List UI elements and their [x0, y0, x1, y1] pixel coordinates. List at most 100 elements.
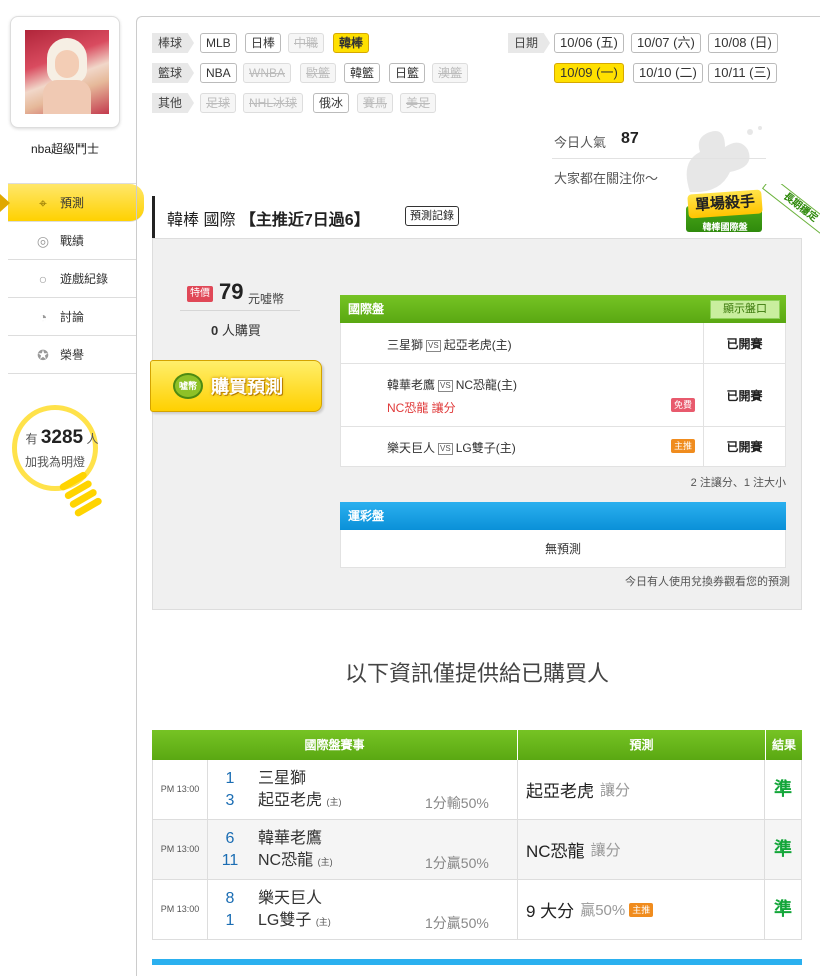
column-header-games: 國際盤賽事	[152, 730, 518, 760]
avatar[interactable]	[25, 30, 109, 114]
date-1006[interactable]: 10/06 (五)	[554, 33, 624, 53]
vs-icon: VS	[438, 380, 453, 392]
team-numbers: 13	[225, 770, 235, 809]
lottery-table: 運彩盤 無預測	[340, 502, 786, 568]
date-1010[interactable]: 10/10 (二)	[633, 63, 703, 83]
table-row: PM 13:00 81 樂天巨人 LG雙子 (主) 1分贏50% 9 大分 贏50…	[152, 880, 802, 940]
buy-prediction-label: 購買預測	[211, 377, 283, 397]
crosshair-icon: ⌖	[39, 194, 47, 211]
divider	[180, 310, 300, 311]
team-numbers: 6 11	[221, 830, 239, 869]
nav-item-label: 榮譽	[60, 348, 85, 362]
price-value: 79	[219, 279, 244, 304]
nav-item-game-log[interactable]: ○ 遊戲紀錄	[8, 260, 136, 298]
pick-count-note: 2 注讓分、1 注大小	[690, 477, 786, 489]
date-1007[interactable]: 10/07 (六)	[631, 33, 701, 53]
filter-group-basketball: 籃球	[152, 63, 195, 83]
filter-nba[interactable]: NBA	[200, 63, 237, 83]
result-mark: 準	[774, 839, 792, 859]
coupon-note: 今日有人使用兌換券觀看您的預測	[625, 576, 790, 588]
prediction-record-button[interactable]: 預測記錄	[405, 206, 459, 226]
nav-item-label: 討論	[60, 310, 85, 324]
result-table-header: 國際盤賽事 預測 結果	[152, 730, 802, 760]
free-badge: 免費	[671, 398, 696, 412]
popularity-value: 87	[621, 130, 639, 147]
long-term-stable-ribbon: 長期穩定	[760, 184, 820, 244]
chat-icon: ◔	[38, 308, 48, 325]
filter-group-other: 其他	[152, 93, 195, 113]
page-title: 韓棒 國際 【主推近7日過6】	[167, 212, 370, 229]
date-1009[interactable]: 10/09 (一)	[554, 63, 624, 83]
nav-item-honor[interactable]: ✪ 榮譽	[8, 336, 136, 374]
vs-icon: VS	[426, 340, 441, 352]
date-1011[interactable]: 10/11 (三)	[708, 63, 777, 83]
team-names: 三星獅 起亞老虎 (主)	[258, 770, 342, 809]
coin-icon: 噓幣	[173, 373, 203, 399]
filter-horse-racing: 賽馬	[357, 93, 394, 113]
filter-kr-basketball[interactable]: 韓籃	[344, 63, 381, 83]
follow-lamp-button[interactable]: 有 3285 人 加我為明燈	[12, 405, 103, 518]
nav-item-record[interactable]: ◎ 戰績	[8, 222, 136, 260]
team-names: 韓華老鷹 NC恐龍 (主)	[258, 830, 333, 869]
match-status: 已開賽	[703, 364, 785, 426]
column-header-prediction: 預測	[518, 730, 766, 760]
odds-text: 1分輸50%	[425, 795, 489, 811]
buy-prediction-button[interactable]: 噓幣 購買預測	[150, 360, 322, 412]
divider	[552, 158, 766, 159]
table-row: 樂天巨人 VS LG雙子(主) 主推 已開賽	[340, 427, 786, 467]
odds-text: 1分贏50%	[425, 915, 489, 931]
filter-soccer: 足球	[200, 93, 237, 113]
filter-au-basketball: 澳籃	[432, 63, 469, 83]
table-row: PM 13:00 13 三星獅 起亞老虎 (主) 1分輸50% 起亞老虎 讓分 準	[152, 760, 802, 820]
chart-icon: ◎	[36, 232, 50, 249]
nav-item-label: 預測	[60, 196, 85, 210]
date-group-label: 日期	[508, 33, 551, 53]
no-prediction-text: 無預測	[340, 530, 786, 568]
price-unit: 元噓幣	[248, 292, 285, 306]
filter-eu-basketball: 歐籃	[300, 63, 337, 83]
game-time: PM 13:00	[153, 880, 208, 939]
ring-icon: ○	[38, 270, 48, 287]
prediction-cell: 起亞老虎 讓分	[517, 760, 765, 819]
profile-card	[10, 16, 120, 128]
nav-item-predict[interactable]: ⌖ 預測	[0, 184, 144, 222]
popularity-label: 今日人氣	[554, 135, 607, 150]
result-table: 國際盤賽事 預測 結果 PM 13:00 13 三星獅 起亞老虎 (主) 1分輸…	[152, 730, 802, 940]
date-1008[interactable]: 10/08 (日)	[708, 33, 778, 53]
popularity-message: 大家都在關注你〜	[554, 171, 659, 186]
nav-item-discuss[interactable]: ◔ 討論	[8, 298, 136, 336]
filter-wnba: WNBA	[243, 63, 291, 83]
next-table-header	[152, 959, 802, 965]
filter-jp-baseball[interactable]: 日棒	[245, 33, 282, 53]
single-game-killer-badge: 單場殺手 韓棒國際盤	[686, 189, 766, 244]
buyers-only-heading: 以下資訊僅提供給已購買人	[344, 661, 609, 686]
team-names: 樂天巨人 LG雙子 (主)	[258, 890, 331, 929]
lottery-table-header: 運彩盤	[340, 502, 786, 530]
lamp-count: 有 3285 人	[25, 427, 99, 448]
table-row: PM 13:00 6 11 韓華老鷹 NC恐龍 (主) 1分贏50% NC恐龍 讓分…	[152, 820, 802, 880]
match-status: 已開賽	[703, 427, 785, 466]
column-header-result: 結果	[771, 738, 796, 752]
prediction-cell: 9 大分 贏50% 主推	[517, 880, 765, 939]
game-time: PM 13:00	[153, 820, 208, 879]
game-time: PM 13:00	[153, 760, 208, 819]
medal-icon: ✪	[37, 346, 49, 363]
filter-mlb[interactable]: MLB	[200, 33, 237, 53]
lamp-label: 加我為明燈	[24, 455, 85, 469]
show-odds-button[interactable]: 顯示盤口	[710, 300, 780, 319]
filter-nfl: 美足	[400, 93, 437, 113]
international-table-header: 國際盤 顯示盤口	[340, 295, 786, 323]
nav-item-label: 戰績	[60, 234, 85, 248]
match-status: 已開賽	[703, 323, 785, 363]
side-nav: ⌖ 預測 ◎ 戰績 ○ 遊戲紀錄 ◔ 討論 ✪ 榮譽	[0, 183, 144, 374]
vs-icon: VS	[438, 443, 453, 455]
username[interactable]: nba超級鬥士	[10, 140, 120, 157]
filter-kr-baseball[interactable]: 韓棒	[333, 33, 370, 53]
nav-item-label: 遊戲紀錄	[60, 272, 109, 286]
filter-jp-basketball[interactable]: 日籃	[389, 63, 426, 83]
special-price-tag: 特價	[187, 286, 213, 302]
result-mark: 準	[774, 779, 792, 799]
table-row: 三星獅 VS 起亞老虎(主) 已開賽	[340, 323, 786, 364]
international-table: 國際盤 顯示盤口 三星獅 VS 起亞老虎(主) 已開賽 韓華老鷹 VS NC恐龍(主) …	[340, 295, 786, 467]
filter-khl[interactable]: 俄冰	[313, 93, 350, 113]
